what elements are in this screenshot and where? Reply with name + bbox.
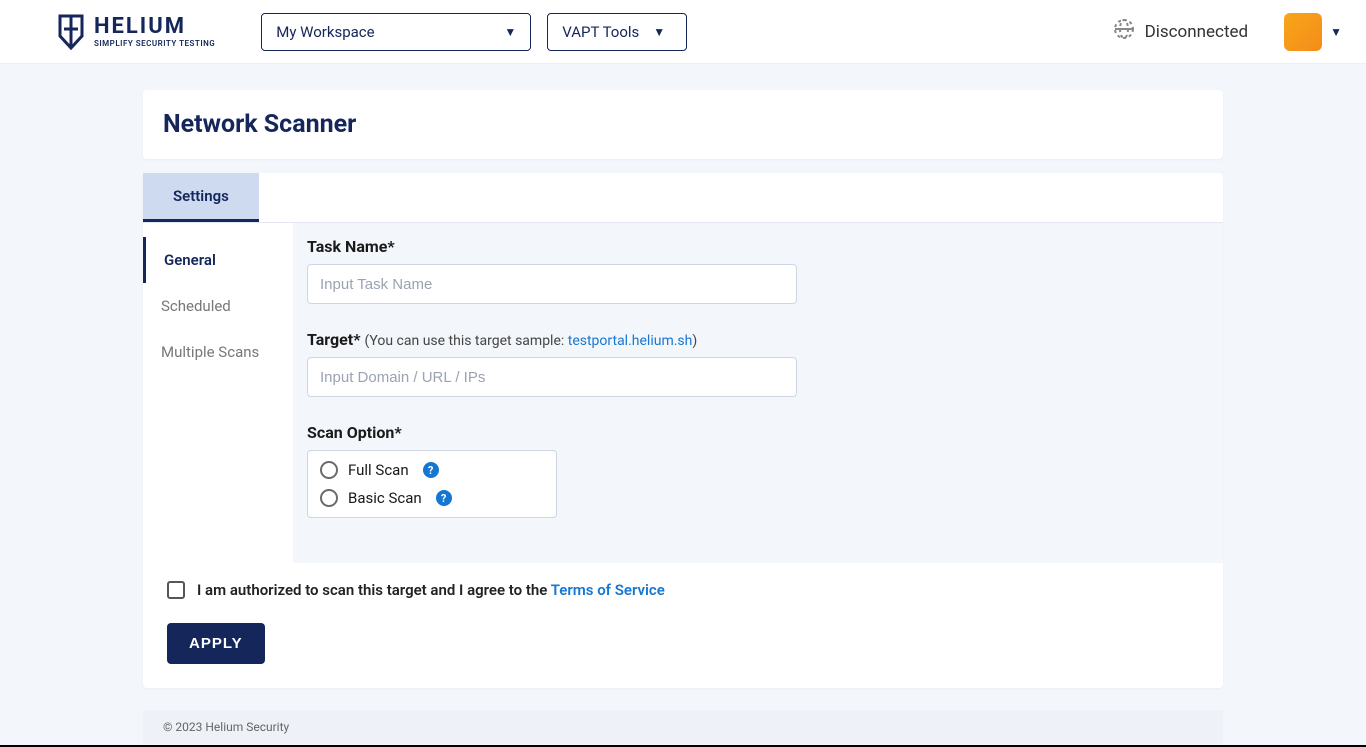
help-icon[interactable]: ?: [436, 490, 452, 506]
authorize-prefix: I am authorized to scan this target and …: [197, 581, 551, 599]
task-name-group: Task Name*: [307, 237, 1209, 304]
authorize-text: I am authorized to scan this target and …: [197, 581, 665, 599]
scan-option-label-text: Full Scan: [348, 461, 409, 479]
scan-option-box: Full Scan ? Basic Scan ?: [307, 450, 557, 518]
caret-down-icon: ▼: [1330, 25, 1342, 39]
authorize-row[interactable]: I am authorized to scan this target and …: [157, 581, 1209, 599]
workspace-selector[interactable]: My Workspace ▼: [261, 13, 531, 51]
target-group: Target* (You can use this target sample:…: [307, 330, 1209, 397]
connection-status-text: Disconnected: [1145, 22, 1249, 42]
tools-label: VAPT Tools: [562, 23, 639, 41]
scan-option-label: Scan Option*: [307, 423, 402, 442]
scan-option-group: Scan Option* Full Scan ? Basic Scan ?: [307, 423, 1209, 518]
topbar: HELIUM SIMPLIFY SECURITY TESTING My Work…: [0, 0, 1366, 64]
target-hint: (You can use this target sample: testpor…: [364, 333, 697, 349]
target-input[interactable]: [307, 357, 797, 397]
tab-settings[interactable]: Settings: [143, 173, 259, 222]
tools-selector[interactable]: VAPT Tools ▼: [547, 13, 687, 51]
footer: © 2023 Helium Security: [143, 710, 1223, 744]
form-area: Task Name* Target* (You can use this tar…: [293, 223, 1223, 563]
task-name-label: Task Name*: [307, 237, 395, 256]
sidemenu-item-multiple-scans[interactable]: Multiple Scans: [143, 329, 293, 375]
target-label: Target* (You can use this target sample:…: [307, 330, 697, 349]
radio-icon: [320, 489, 338, 507]
help-icon[interactable]: ?: [423, 462, 439, 478]
checkbox-icon[interactable]: [167, 581, 185, 599]
workspace-selected-label: My Workspace: [276, 23, 374, 41]
avatar: [1284, 13, 1322, 51]
caret-down-icon: ▼: [504, 25, 516, 39]
terms-link[interactable]: Terms of Service: [551, 581, 665, 599]
tab-label: Settings: [173, 187, 229, 205]
globe-icon: [1113, 18, 1135, 45]
user-menu[interactable]: ▼: [1284, 13, 1342, 51]
sidemenu-item-general[interactable]: General: [143, 237, 293, 283]
sidemenu-item-label: General: [164, 251, 216, 269]
radio-icon: [320, 461, 338, 479]
caret-down-icon: ▼: [653, 25, 665, 39]
brand-tagline: SIMPLIFY SECURITY TESTING: [94, 40, 215, 48]
tabs: Settings: [143, 173, 1223, 223]
scan-option-label-text: Basic Scan: [348, 489, 422, 507]
settings-card: Settings General Scheduled Multiple Scan…: [143, 173, 1223, 688]
page-title-card: Network Scanner: [143, 90, 1223, 159]
target-hint-prefix: (You can use this target sample:: [364, 333, 567, 349]
task-name-input[interactable]: [307, 264, 797, 304]
target-sample-link[interactable]: testportal.helium.sh: [568, 333, 693, 349]
sidemenu-item-label: Multiple Scans: [161, 343, 259, 361]
target-label-text: Target*: [307, 330, 360, 349]
copyright: © 2023 Helium Security: [163, 720, 289, 734]
main: Network Scanner Settings General Schedul…: [0, 64, 1366, 747]
sidemenu-item-label: Scheduled: [161, 297, 231, 315]
apply-button[interactable]: APPLY: [167, 623, 265, 664]
logo[interactable]: HELIUM SIMPLIFY SECURITY TESTING: [56, 14, 215, 50]
form-bottom: I am authorized to scan this target and …: [143, 563, 1223, 688]
page-title: Network Scanner: [163, 110, 1203, 139]
scan-option-full[interactable]: Full Scan ?: [320, 461, 544, 479]
connection-status: Disconnected: [1113, 18, 1249, 45]
target-hint-suffix: ): [692, 333, 697, 349]
settings-body: General Scheduled Multiple Scans Task Na…: [143, 223, 1223, 563]
scan-option-basic[interactable]: Basic Scan ?: [320, 489, 544, 507]
settings-sidemenu: General Scheduled Multiple Scans: [143, 223, 293, 563]
brand-name: HELIUM: [94, 16, 215, 38]
sidemenu-item-scheduled[interactable]: Scheduled: [143, 283, 293, 329]
shield-icon: [56, 14, 86, 50]
